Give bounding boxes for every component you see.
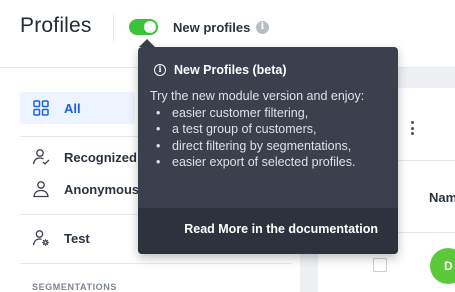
feature-list: easier customer filtering, a test group … <box>150 105 390 171</box>
section-label-segmentations: SEGMENTATIONS <box>32 282 117 292</box>
row-checkbox[interactable] <box>373 258 387 272</box>
sidebar-item-label: Test <box>64 230 90 246</box>
tooltip-arrow <box>139 39 155 47</box>
sidebar-item-label: Anonymous <box>64 181 140 197</box>
sidebar-item-label: All <box>64 100 81 116</box>
list-item: direct filtering by segmentations, <box>150 138 390 155</box>
divider <box>20 263 292 264</box>
tooltip-body: Try the new module version and enjoy: ea… <box>150 88 390 171</box>
tooltip-footer: Read More in the documentation <box>138 208 398 254</box>
info-icon[interactable]: i <box>256 21 269 34</box>
tooltip-title: New Profiles (beta) <box>174 63 287 77</box>
list-item: a test group of customers, <box>150 121 390 138</box>
user-icon <box>30 178 52 200</box>
sidebar-item-anonymous[interactable]: Anonymous <box>20 173 139 205</box>
sidebar-item-test[interactable]: Test <box>20 222 90 254</box>
new-profiles-label: New profiles <box>173 20 251 35</box>
sidebar-item-all[interactable]: All <box>20 92 135 124</box>
grid-icon <box>30 97 52 119</box>
sidebar-item-recognized[interactable]: Recognized <box>20 141 137 173</box>
list-item: easier customer filtering, <box>150 105 390 122</box>
list-item: easier export of selected profiles. <box>150 154 390 171</box>
new-profiles-toggle[interactable] <box>129 19 158 35</box>
kebab-menu-icon[interactable] <box>409 121 415 135</box>
user-gear-icon <box>30 227 52 249</box>
documentation-link[interactable]: Read More in the documentation <box>184 222 378 236</box>
column-header-name[interactable]: Nam <box>429 190 455 205</box>
toggle-knob <box>144 21 156 33</box>
new-profiles-tooltip: i New Profiles (beta) Try the new module… <box>138 47 398 254</box>
header-divider <box>113 15 114 41</box>
user-check-icon <box>30 146 52 168</box>
tooltip-header: i New Profiles (beta) <box>154 63 287 77</box>
tooltip-intro: Try the new module version and enjoy: <box>150 89 365 103</box>
sidebar-item-label: Recognized <box>64 149 137 165</box>
info-icon: i <box>154 64 166 76</box>
page-title: Profiles <box>20 14 92 37</box>
